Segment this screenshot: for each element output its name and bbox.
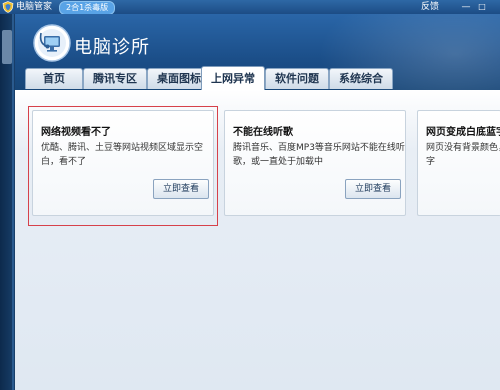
card-title: 网页变成白底蓝字: [426, 127, 500, 138]
highlight-box: [28, 106, 218, 226]
tab-bar: 首页 腾讯专区 桌面图标 上网异常 软件问题 系统综合: [15, 66, 500, 91]
card-description: 腾讯音乐、百度MP3等音乐网站不能在线听 歌，或一直处于加载中: [233, 141, 405, 169]
edge-divider: [12, 0, 14, 390]
tab-network-issues[interactable]: 上网异常: [201, 66, 265, 91]
card-description-line: 字: [426, 157, 436, 167]
shield-logo-icon: [2, 1, 14, 13]
feedback-link[interactable]: 反馈: [421, 0, 439, 14]
tab-system-general[interactable]: 系统综合: [329, 68, 393, 89]
edition-badge: 2合1杀毒版: [59, 1, 116, 15]
stethoscope-clinic-icon: [33, 24, 71, 62]
card-description: 网页没有背景颜色， 字: [426, 141, 500, 169]
title-bar: 电脑管家 2合1杀毒版 反馈 — □: [0, 0, 500, 15]
view-now-button[interactable]: 立即查看: [345, 179, 401, 199]
left-window-edge: [0, 0, 15, 390]
tab-tencent-zone[interactable]: 腾讯专区: [83, 68, 147, 89]
restore-icon[interactable]: □: [476, 2, 488, 12]
card-title: 不能在线听歌: [233, 127, 293, 138]
card-description-line: 腾讯音乐、百度MP3等音乐网站不能在线听: [233, 143, 405, 153]
card-description-line: 歌，或一直处于加载中: [233, 157, 324, 167]
tab-home[interactable]: 首页: [25, 68, 83, 89]
issue-card-music[interactable]: 不能在线听歌 腾讯音乐、百度MP3等音乐网站不能在线听 歌，或一直处于加载中 立…: [224, 110, 406, 216]
app-title: 电脑诊所: [74, 37, 150, 58]
tab-software-problems[interactable]: 软件问题: [265, 68, 329, 89]
edge-scroll-thumb[interactable]: [2, 30, 12, 64]
issue-card-webpage[interactable]: 网页变成白底蓝字 网页没有背景颜色， 字: [417, 110, 500, 216]
card-description-line: 网页没有背景颜色，: [426, 143, 500, 153]
window-title: 电脑管家: [16, 2, 53, 12]
minimize-icon[interactable]: —: [460, 2, 472, 12]
